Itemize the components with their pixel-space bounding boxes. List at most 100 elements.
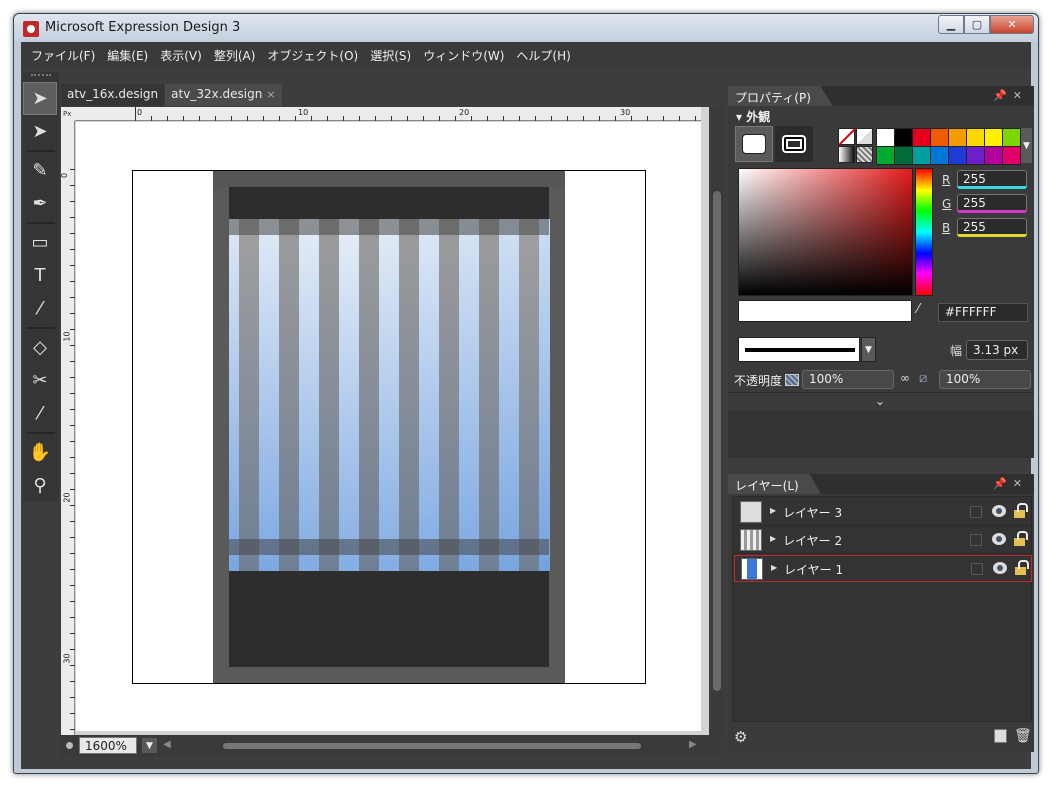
layer-select-checkbox[interactable] xyxy=(970,534,982,546)
lock-icon[interactable] xyxy=(1012,503,1028,519)
visibility-eye-icon[interactable] xyxy=(992,505,1006,517)
vertical-scroll-thumb[interactable] xyxy=(713,191,721,691)
lock-icon[interactable] xyxy=(1012,531,1028,547)
horizontal-ruler[interactable]: 0 10 20 30 xyxy=(75,107,701,121)
color-swatch[interactable] xyxy=(967,129,984,146)
vertical-scrollbar[interactable] xyxy=(711,107,723,735)
artwork-bar[interactable] xyxy=(319,219,340,571)
color-swatch[interactable] xyxy=(949,129,966,146)
pen-tool-icon[interactable]: ✒ xyxy=(23,187,57,220)
layer-select-checkbox[interactable] xyxy=(971,563,983,575)
layer-row[interactable]: ▶ レイヤー 3 xyxy=(734,499,1032,526)
artwork-bar[interactable] xyxy=(479,219,500,571)
tab-atv-16x[interactable]: atv_16x.design xyxy=(61,84,165,106)
properties-panel-title[interactable]: プロパティ(P) xyxy=(728,86,833,106)
stroke-style-picker[interactable] xyxy=(738,337,860,362)
title-bar[interactable]: Microsoft Expression Design 3 ▁ ▢ ✕ xyxy=(14,14,1038,42)
color-swatch[interactable] xyxy=(913,147,930,164)
artwork-bar[interactable] xyxy=(259,219,280,571)
fill-opacity-input[interactable]: 100% xyxy=(939,370,1031,389)
layer-expand-arrow-icon[interactable]: ▶ xyxy=(770,506,776,515)
lock-icon[interactable] xyxy=(1013,560,1029,576)
tab-close-icon[interactable]: × xyxy=(266,88,275,101)
color-picker-field[interactable] xyxy=(738,168,913,296)
artboard[interactable] xyxy=(132,170,646,684)
b-slider-bar[interactable] xyxy=(957,234,1027,237)
opacity-input[interactable]: 100% xyxy=(802,370,894,389)
menu-file[interactable]: ファイル(F) xyxy=(25,47,101,64)
menu-help[interactable]: ヘルプ(H) xyxy=(510,47,576,64)
layer-select-checkbox[interactable] xyxy=(970,506,982,518)
color-swatch[interactable] xyxy=(931,129,948,146)
scroll-left-arrow-icon[interactable]: ◀ xyxy=(163,739,171,750)
layer-row[interactable]: ▶ レイヤー 2 xyxy=(734,527,1032,554)
color-swatch[interactable] xyxy=(985,129,1002,146)
artwork-bar[interactable] xyxy=(239,219,260,571)
brush-tool-icon[interactable]: ✎ xyxy=(23,154,57,187)
zoom-dropdown-chevron-icon[interactable]: ▼ xyxy=(142,738,157,753)
artwork-bar[interactable] xyxy=(439,219,460,571)
scissors-tool-icon[interactable]: ✂ xyxy=(23,364,57,397)
close-button[interactable]: ✕ xyxy=(990,15,1034,34)
hand-tool-icon[interactable]: ✋ xyxy=(23,436,57,469)
artwork-bar[interactable] xyxy=(299,219,320,571)
pattern-swatch[interactable] xyxy=(856,146,873,163)
text-tool-icon[interactable]: T xyxy=(23,259,57,292)
layer-expand-arrow-icon[interactable]: ▶ xyxy=(771,563,777,572)
color-swatch[interactable] xyxy=(985,147,1002,164)
visibility-eye-icon[interactable] xyxy=(992,533,1006,545)
color-swatch[interactable] xyxy=(1003,129,1020,146)
artwork-bar[interactable] xyxy=(279,219,300,571)
color-swatch[interactable] xyxy=(1003,147,1020,164)
canvas[interactable] xyxy=(76,122,701,731)
appearance-section-label[interactable]: ▾ 外観 xyxy=(736,108,770,125)
expand-chevron-icon[interactable]: ⌄ xyxy=(875,394,885,408)
no-color-swatch[interactable] xyxy=(838,128,855,145)
color-swatch[interactable] xyxy=(931,147,948,164)
artwork-bar[interactable] xyxy=(359,219,380,571)
vertical-ruler[interactable]: 0 10 20 30 xyxy=(60,121,75,735)
stroke-style-dropdown-chevron-icon[interactable]: ▼ xyxy=(861,337,876,362)
gear-icon[interactable]: ⚙ xyxy=(734,728,747,746)
menu-edit[interactable]: 編集(E) xyxy=(101,47,154,64)
eyedropper-icon[interactable]: ⁄ xyxy=(917,302,933,318)
artwork-bar[interactable] xyxy=(229,219,240,571)
toolbox-grip[interactable] xyxy=(31,74,51,80)
panel-pin-close-icons[interactable]: 📌✕ xyxy=(993,477,1028,490)
color-swatch[interactable] xyxy=(967,147,984,164)
ruler-unit[interactable]: Px xyxy=(61,107,75,121)
eyedropper-tool-icon[interactable]: ⁄ xyxy=(23,397,57,430)
g-slider-bar[interactable] xyxy=(957,210,1027,213)
scroll-right-arrow-icon[interactable]: ▶ xyxy=(689,739,697,750)
new-layer-icon[interactable] xyxy=(994,729,1007,743)
color-swatch[interactable] xyxy=(949,147,966,164)
menu-object[interactable]: オブジェクト(O) xyxy=(261,47,364,64)
direct-selection-tool-icon[interactable]: ➤ xyxy=(23,115,57,148)
color-swatch[interactable] xyxy=(913,129,930,146)
visibility-eye-icon[interactable] xyxy=(993,562,1007,574)
artwork-frame[interactable] xyxy=(213,171,565,683)
layers-panel-title[interactable]: レイヤー(L) xyxy=(728,474,821,494)
color-swatch[interactable] xyxy=(877,147,894,164)
r-slider-bar[interactable] xyxy=(957,186,1027,189)
zoom-field[interactable]: 1600% xyxy=(79,737,137,754)
color-swatch[interactable] xyxy=(895,147,912,164)
fill-button[interactable] xyxy=(735,126,773,162)
horizontal-scroll-thumb[interactable] xyxy=(223,743,641,749)
artwork-bar[interactable] xyxy=(539,219,550,571)
eraser-tool-icon[interactable]: ◇ xyxy=(23,331,57,364)
maximize-button[interactable]: ▢ xyxy=(964,15,990,34)
artwork-bar[interactable] xyxy=(519,219,540,571)
layer-row[interactable]: ▶ レイヤー 1 xyxy=(734,555,1032,582)
color-swatch[interactable] xyxy=(895,129,912,146)
hex-input[interactable]: #FFFFFF xyxy=(938,303,1028,322)
menu-select[interactable]: 選択(S) xyxy=(364,47,417,64)
stroke-button[interactable] xyxy=(775,126,813,162)
panel-pin-close-icons[interactable]: 📌✕ xyxy=(993,89,1028,102)
menu-view[interactable]: 表示(V) xyxy=(154,47,208,64)
gradient-tool-icon[interactable]: ⁄ xyxy=(23,292,57,325)
artwork-bottom-dark-band[interactable] xyxy=(229,571,549,667)
default-swatch[interactable] xyxy=(856,128,873,145)
menu-arrange[interactable]: 整列(A) xyxy=(208,47,262,64)
artwork-top-dark-band[interactable] xyxy=(229,187,549,219)
